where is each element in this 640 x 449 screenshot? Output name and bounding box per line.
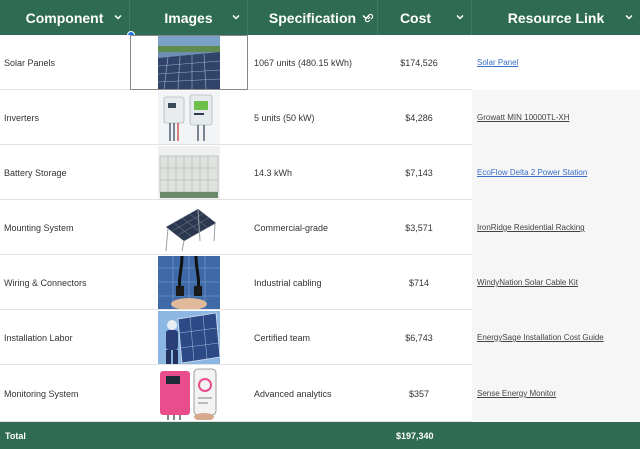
resource-link[interactable]: Solar Panel (477, 58, 518, 67)
spec-cell[interactable]: Advanced analytics (254, 365, 394, 422)
battery-photo (158, 146, 220, 199)
spec-cell[interactable]: Certified team (254, 310, 394, 365)
resource-link-cell[interactable]: EnergySage Installation Cost Guide (472, 310, 640, 365)
resource-link-cell[interactable]: EcoFlow Delta 2 Power Station (472, 145, 640, 200)
resource-link-cell[interactable]: IronRidge Residential Racking (472, 200, 640, 255)
component-cell[interactable]: Inverters (4, 90, 128, 145)
cost-cell[interactable]: $6,743 (386, 310, 452, 365)
image-cell[interactable] (130, 200, 248, 255)
resource-link[interactable]: EcoFlow Delta 2 Power Station (477, 168, 587, 177)
table-row[interactable]: Solar Panels 1067 units (480.15 kWh) $17… (0, 35, 640, 90)
table-row[interactable]: Mounting System Commercial-grade $3,571 … (0, 200, 640, 255)
cost-cell[interactable]: $714 (386, 255, 452, 310)
table-row[interactable]: Inverters 5 units (50 kW) $4,286 Growatt… (0, 90, 640, 145)
spec-cell[interactable]: 5 units (50 kW) (254, 90, 394, 145)
image-cell[interactable] (130, 255, 248, 310)
image-cell[interactable] (130, 35, 248, 90)
chevron-down-icon[interactable] (624, 12, 634, 22)
resource-link-cell[interactable]: Solar Panel (472, 35, 640, 90)
cost-cell[interactable]: $7,143 (386, 145, 452, 200)
resource-link[interactable]: Growatt MIN 10000TL-XH (477, 113, 569, 122)
component-cell[interactable]: Battery Storage (4, 145, 128, 200)
header-component[interactable]: Component (0, 0, 130, 35)
header-label: Component (25, 9, 104, 26)
monitor-photo (158, 367, 220, 420)
cost-cell[interactable]: $3,571 (386, 200, 452, 255)
resource-link-cell[interactable]: Growatt MIN 10000TL-XH (472, 90, 640, 145)
chevron-down-icon[interactable] (455, 12, 465, 22)
table-row[interactable]: Battery Storage 14.3 kWh $7,143 EcoFlow … (0, 145, 640, 200)
component-cell[interactable]: Wiring & Connectors (4, 255, 128, 310)
wiring-photo (158, 256, 220, 309)
cost-cell[interactable]: $4,286 (386, 90, 452, 145)
resource-link[interactable]: IronRidge Residential Racking (477, 223, 585, 232)
resource-link-cell[interactable]: WindyNation Solar Cable Kit (472, 255, 640, 310)
chevron-down-icon[interactable] (113, 12, 123, 22)
table-header: Component Images Specification Cost Reso… (0, 0, 640, 35)
spec-cell[interactable]: 14.3 kWh (254, 145, 394, 200)
cost-cell[interactable]: $357 (386, 365, 452, 422)
mounting-photo (158, 201, 220, 254)
header-label: Images (164, 9, 213, 26)
image-cell[interactable] (130, 310, 248, 365)
link-icon[interactable] (363, 11, 375, 23)
header-resource-link[interactable]: Resource Link (472, 0, 640, 35)
component-cell[interactable]: Monitoring System (4, 365, 128, 422)
solar-panel-photo (158, 36, 220, 89)
component-cell[interactable]: Mounting System (4, 200, 128, 255)
resource-link[interactable]: EnergySage Installation Cost Guide (477, 333, 604, 342)
resource-link[interactable]: WindyNation Solar Cable Kit (477, 278, 578, 287)
header-specification[interactable]: Specification (248, 0, 378, 35)
table-row[interactable]: Installation Labor Certified team $6,743… (0, 310, 640, 365)
image-cell[interactable] (130, 90, 248, 145)
chevron-down-icon[interactable] (231, 12, 241, 22)
component-cell[interactable]: Installation Labor (4, 310, 128, 365)
installer-photo (158, 311, 220, 364)
image-cell[interactable] (130, 145, 248, 200)
total-value[interactable]: $197,340 (396, 431, 434, 441)
inverter-photo (158, 91, 220, 144)
header-images[interactable]: Images (130, 0, 248, 35)
spec-cell[interactable]: Industrial cabling (254, 255, 394, 310)
header-label: Cost (399, 9, 432, 26)
image-cell[interactable] (130, 365, 248, 422)
component-table: Component Images Specification Cost Reso… (0, 0, 640, 449)
spec-cell[interactable]: 1067 units (480.15 kWh) (254, 35, 394, 90)
spec-cell[interactable]: Commercial-grade (254, 200, 394, 255)
total-label: Total (5, 431, 26, 441)
component-cell[interactable]: Solar Panels (4, 35, 128, 90)
table-row[interactable]: Monitoring System Advanced analytics $35… (0, 365, 640, 422)
table-row[interactable]: Wiring & Connectors Industrial cabling $… (0, 255, 640, 310)
resource-link[interactable]: Sense Energy Monitor (477, 389, 556, 398)
resource-link-cell[interactable]: Sense Energy Monitor (472, 365, 640, 422)
header-cost[interactable]: Cost (360, 0, 472, 35)
header-label: Specification (268, 9, 357, 26)
cost-cell[interactable]: $174,526 (386, 35, 452, 90)
total-row[interactable]: Total $197,340 (0, 422, 640, 449)
header-label: Resource Link (507, 9, 605, 26)
